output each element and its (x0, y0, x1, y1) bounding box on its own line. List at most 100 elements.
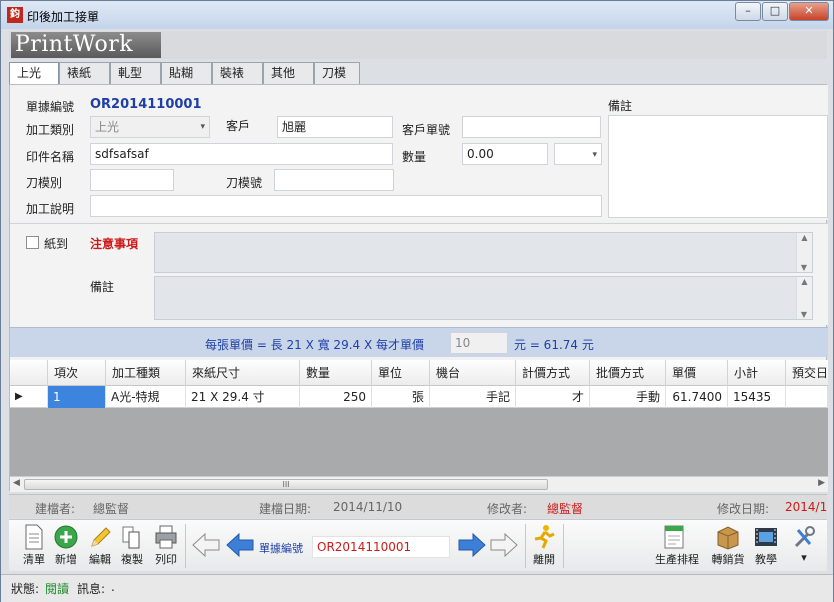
col-machine[interactable]: 機台 (430, 360, 516, 386)
cell-item[interactable]: 1 (48, 386, 106, 408)
customer-label: 客戶 (226, 119, 251, 133)
paper-arrived-checkbox[interactable] (26, 236, 39, 249)
grid-hscrollbar[interactable]: ◀ III ▶ (10, 476, 828, 492)
maximize-button[interactable]: □ (762, 2, 788, 21)
tab-gloss[interactable]: 上光 (9, 62, 59, 85)
app-icon: 鈞 (7, 7, 23, 23)
first-record-button[interactable] (225, 532, 255, 561)
col-price[interactable]: 單價 (666, 360, 728, 386)
tab-frame[interactable]: 裝裱 (212, 62, 263, 84)
close-button[interactable]: ✕ (789, 2, 829, 21)
cell-unit[interactable]: 張 (372, 386, 430, 408)
prev-record-button[interactable] (191, 532, 221, 561)
paper-arrived-label: 紙到 (44, 237, 69, 251)
cell-size[interactable]: 21 X 29.4 寸 (186, 386, 300, 408)
last-record-button[interactable] (489, 532, 519, 561)
attention-label: 注意事項 (90, 237, 139, 251)
copy-button[interactable]: 複製 (115, 522, 149, 570)
audit-bar: 建檔者: 總監督 建檔日期: 2014/11/10 修改者: 總監督 修改日期:… (9, 494, 827, 518)
notes-label: 備註 (608, 99, 633, 113)
customer-bill-input[interactable] (462, 116, 601, 138)
notes-textarea[interactable] (608, 115, 828, 218)
unit-price-input[interactable]: 10 (450, 332, 508, 354)
detail-grid: 項次 加工種類 來紙尺寸 數量 單位 機台 計價方式 批價方式 單價 小計 預交… (10, 360, 828, 492)
process-type-select[interactable]: 上光 ▾ (90, 116, 210, 138)
clear-button[interactable]: 清單 (17, 522, 51, 570)
minimize-button[interactable]: – (735, 2, 761, 21)
tab-diecut[interactable]: 軋型 (110, 62, 161, 84)
price-result: 元 = 61.74 元 (514, 338, 594, 352)
logo-bar: PrintWork (9, 31, 827, 59)
cell-due[interactable] (786, 386, 828, 408)
col-process[interactable]: 加工種類 (106, 360, 186, 386)
cell-pricing[interactable]: 才 (516, 386, 590, 408)
die-no-input[interactable] (274, 169, 394, 191)
attention-scrollbar[interactable]: ▲ ▼ (796, 233, 812, 272)
grid-header: 項次 加工種類 來紙尺寸 數量 單位 機台 計價方式 批價方式 單價 小計 預交… (10, 360, 828, 386)
chevron-down-icon: ▾ (592, 150, 597, 160)
scroll-right-icon[interactable]: ▶ (818, 478, 825, 488)
scroll-left-icon[interactable]: ◀ (13, 478, 20, 488)
remark-scrollbar[interactable]: ▲ ▼ (796, 277, 812, 319)
bill-no-label: 單據編號 (26, 100, 75, 114)
bill-no-value: OR2014110001 (90, 97, 202, 112)
remark-label: 備註 (90, 280, 115, 294)
creator-label: 建檔者: (35, 502, 76, 516)
cell-machine[interactable]: 手記 (430, 386, 516, 408)
tab-other[interactable]: 其他 (263, 62, 314, 84)
creator-value: 總監督 (93, 502, 130, 516)
printer-icon (155, 525, 177, 549)
modified-label: 修改日期: (717, 502, 770, 516)
remark-textarea[interactable]: ▲ ▼ (154, 276, 813, 320)
cell-subtotal[interactable]: 15435 (728, 386, 786, 408)
cell-process[interactable]: A光-特規 (106, 386, 186, 408)
col-item[interactable]: 項次 (48, 360, 106, 386)
arrow-right-outline-icon (490, 532, 518, 558)
modifier-value: 總監督 (547, 502, 584, 516)
tools-button[interactable]: ▾ (785, 522, 823, 570)
teach-button[interactable]: 教學 (749, 522, 783, 570)
table-row[interactable]: ▶ 1 A光-特規 21 X 29.4 寸 250 張 手記 才 手動 61.7… (10, 386, 828, 408)
quantity-label: 數量 (402, 150, 427, 164)
state-label: 狀態: (11, 582, 40, 596)
cell-qty[interactable]: 250 (300, 386, 372, 408)
col-size[interactable]: 來紙尺寸 (186, 360, 300, 386)
tab-die[interactable]: 刀模 (314, 62, 360, 84)
process-type-label: 加工類別 (26, 123, 75, 137)
tab-glue[interactable]: 貼糊 (161, 62, 212, 84)
cell-price[interactable]: 61.7400 (666, 386, 728, 408)
unit-select[interactable]: ▾ (554, 143, 602, 165)
toolbar-separator (185, 524, 186, 568)
schedule-button[interactable]: 生產排程 (655, 522, 699, 570)
unit-price-bar: 每張單價 = 長 21 X 寬 29.4 X 每才單價 10 元 = 61.74… (10, 327, 828, 357)
edit-button[interactable]: 編輯 (83, 522, 117, 570)
customer-bill-label: 客戶單號 (402, 123, 451, 137)
cell-batch[interactable]: 手動 (590, 386, 666, 408)
leave-button[interactable]: 離開 (527, 522, 561, 570)
customer-input[interactable]: 旭麗 (277, 116, 393, 138)
col-batch[interactable]: 批價方式 (590, 360, 666, 386)
col-due[interactable]: 預交日 (786, 360, 828, 386)
product-input[interactable]: sdfsafsaf (90, 143, 393, 165)
process-desc-input[interactable] (90, 195, 602, 217)
print-button[interactable]: 列印 (149, 522, 183, 570)
col-unit[interactable]: 單位 (372, 360, 430, 386)
tab-mount[interactable]: 裱紙 (59, 62, 110, 84)
state-value: 閱讀 (45, 582, 70, 596)
attention-textarea[interactable]: ▲ ▼ (154, 232, 813, 273)
col-pricing[interactable]: 計價方式 (516, 360, 590, 386)
add-button[interactable]: 新增 (49, 522, 83, 570)
process-type-value: 上光 (95, 120, 120, 134)
shipping-button[interactable]: 轉銷貨 (709, 522, 747, 570)
bill-no-nav-input[interactable]: OR2014110001 (312, 536, 450, 558)
row-indicator-icon: ▶ (10, 386, 48, 408)
calendar-icon (664, 525, 684, 549)
col-qty[interactable]: 數量 (300, 360, 372, 386)
die-type-label: 刀模別 (26, 176, 63, 190)
scroll-thumb[interactable]: III (24, 479, 548, 490)
die-type-input[interactable] (90, 169, 174, 191)
quantity-input[interactable]: 0.00 (462, 143, 548, 165)
toolbar-separator (563, 524, 564, 568)
col-subtotal[interactable]: 小計 (728, 360, 786, 386)
next-record-button[interactable] (457, 532, 487, 561)
